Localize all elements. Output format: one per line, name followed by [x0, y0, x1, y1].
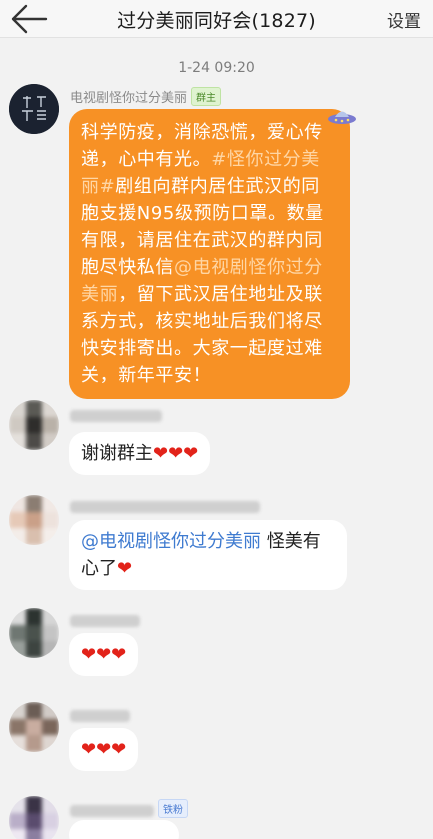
- sender-name-blurred: [70, 408, 162, 423]
- ufo-icon: [328, 111, 356, 124]
- message-timestamp: 1-24 09:20: [178, 60, 255, 76]
- settings-button[interactable]: 设置: [387, 7, 421, 32]
- heart-emoji-icon: ❤❤❤: [81, 739, 127, 760]
- avatar[interactable]: [9, 702, 59, 752]
- heart-emoji-icon: ❤❤❤: [153, 443, 199, 464]
- sender-name-blurred: [70, 708, 130, 723]
- message-text: ，留下武汉居住地址及联系方式，核实地址后我们将尽快安排寄出。大家一起度过难关，新…: [81, 284, 323, 386]
- message-bubble[interactable]: 谢谢群主❤❤❤: [69, 432, 211, 475]
- avatar[interactable]: [9, 495, 59, 545]
- message-bubble[interactable]: ❤❤❤: [69, 633, 139, 676]
- owner-avatar[interactable]: [9, 84, 59, 134]
- avatar[interactable]: [9, 400, 59, 450]
- message-text: 谢谢群主: [81, 443, 153, 464]
- owner-name: 电视剧怪你过分美丽 群主: [70, 87, 222, 106]
- message-bubble[interactable]: @电视剧怪你过分美丽 怪美有心了❤: [69, 520, 347, 590]
- drama-logo-icon: [9, 84, 59, 134]
- owner-badge: 群主: [191, 87, 222, 106]
- heart-emoji-icon: ❤❤❤: [81, 644, 127, 665]
- sender-name-blurred: [70, 499, 260, 514]
- sender-name-blurred: [70, 613, 140, 628]
- sender-name: 电视剧怪你过分美丽: [70, 91, 188, 106]
- sender-name: 铁粉: [70, 799, 188, 818]
- mention-link[interactable]: @电视剧怪你过分美丽: [81, 531, 261, 552]
- avatar[interactable]: [9, 608, 59, 658]
- heart-emoji-icon: ❤: [117, 558, 133, 579]
- owner-message-bubble[interactable]: 科学防疫，消除恐慌，爱心传递，心中有光。#怪你过分美丽#剧组向群内居住武汉的同胞…: [69, 109, 350, 399]
- message-bubble[interactable]: [69, 820, 179, 839]
- group-title: 过分美丽同好会(1827): [117, 10, 316, 32]
- avatar[interactable]: [9, 796, 59, 839]
- message-bubble[interactable]: ❤❤❤: [69, 728, 139, 771]
- top-bar: 过分美丽同好会(1827) 设置: [0, 0, 433, 38]
- fan-badge: 铁粉: [158, 799, 188, 818]
